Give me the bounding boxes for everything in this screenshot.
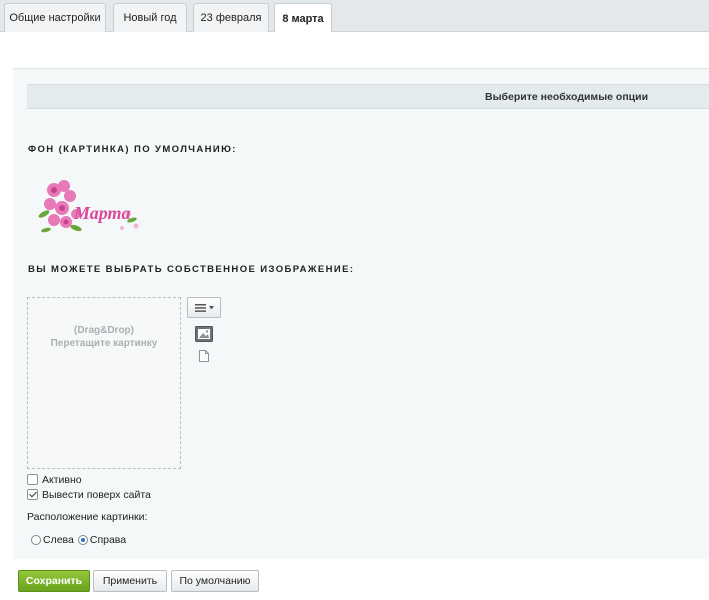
tab-label: 23 февраля <box>200 12 262 24</box>
image-position-label: Расположение картинки: <box>27 511 148 523</box>
tab-feb-23[interactable]: 23 февраля <box>193 3 269 32</box>
position-left-radio[interactable] <box>31 534 41 545</box>
custom-image-label: ВЫ МОЖЕТЕ ВЫБРАТЬ СОБСТВЕННОЕ ИЗОБРАЖЕНИ… <box>28 264 355 275</box>
overlay-checkbox-label: Вывести поверх сайта <box>42 488 151 501</box>
tab-label: 8 марта <box>282 12 324 25</box>
file-upload-button[interactable] <box>199 350 209 362</box>
reset-default-button[interactable]: По умолчанию <box>171 570 259 592</box>
dropzone-hint-1: (Drag&Drop) <box>74 325 134 336</box>
options-header-text: Выберите необходимые опции <box>485 90 649 103</box>
default-bg-label: ФОН (КАРТИНКА) ПО УМОЛЧАНИЮ: <box>28 144 237 155</box>
overlay-checkbox[interactable] <box>27 489 38 500</box>
tab-label: Общие настройки <box>9 12 101 24</box>
save-button[interactable]: Сохранить <box>18 570 90 592</box>
position-left-label: Слева <box>43 533 74 546</box>
march-8-flowers-image: Марта <box>38 180 139 233</box>
image-position-radios: Слева Справа <box>31 533 126 546</box>
hamburger-icon <box>194 303 206 312</box>
content-top-spacer <box>0 32 709 68</box>
image-dropzone[interactable]: (Drag&Drop) Перетащите картинку <box>27 297 181 469</box>
upload-menu-button[interactable] <box>187 297 221 318</box>
overlay-checkbox-row[interactable]: Вывести поверх сайта <box>27 488 151 501</box>
tab-new-year[interactable]: Новый год <box>113 3 187 32</box>
position-right-label: Справа <box>89 533 127 546</box>
dropzone-hint-2: Перетащите картинку <box>50 338 158 349</box>
chevron-down-icon <box>208 305 214 309</box>
tab-label: Новый год <box>123 12 177 24</box>
file-icon <box>199 350 209 362</box>
image-icon <box>195 326 213 342</box>
apply-button[interactable]: Применить <box>93 570 167 592</box>
tab-mar-8[interactable]: 8 марта <box>274 3 332 33</box>
active-checkbox-row[interactable]: Активно <box>27 473 82 486</box>
active-checkbox[interactable] <box>27 474 38 485</box>
tab-general-settings[interactable]: Общие настройки <box>4 3 106 32</box>
media-library-button[interactable] <box>195 326 213 342</box>
settings-panel: Выберите необходимые опции ФОН (КАРТИНКА… <box>13 68 709 559</box>
tab-bar: Общие настройки Новый год 23 февраля 8 м… <box>0 0 709 33</box>
default-bg-preview: Марта <box>36 176 148 238</box>
options-header: Выберите необходимые опции <box>27 84 709 109</box>
active-checkbox-label: Активно <box>42 473 82 486</box>
preview-caption: Марта <box>73 203 131 223</box>
position-right-radio[interactable] <box>77 534 88 545</box>
